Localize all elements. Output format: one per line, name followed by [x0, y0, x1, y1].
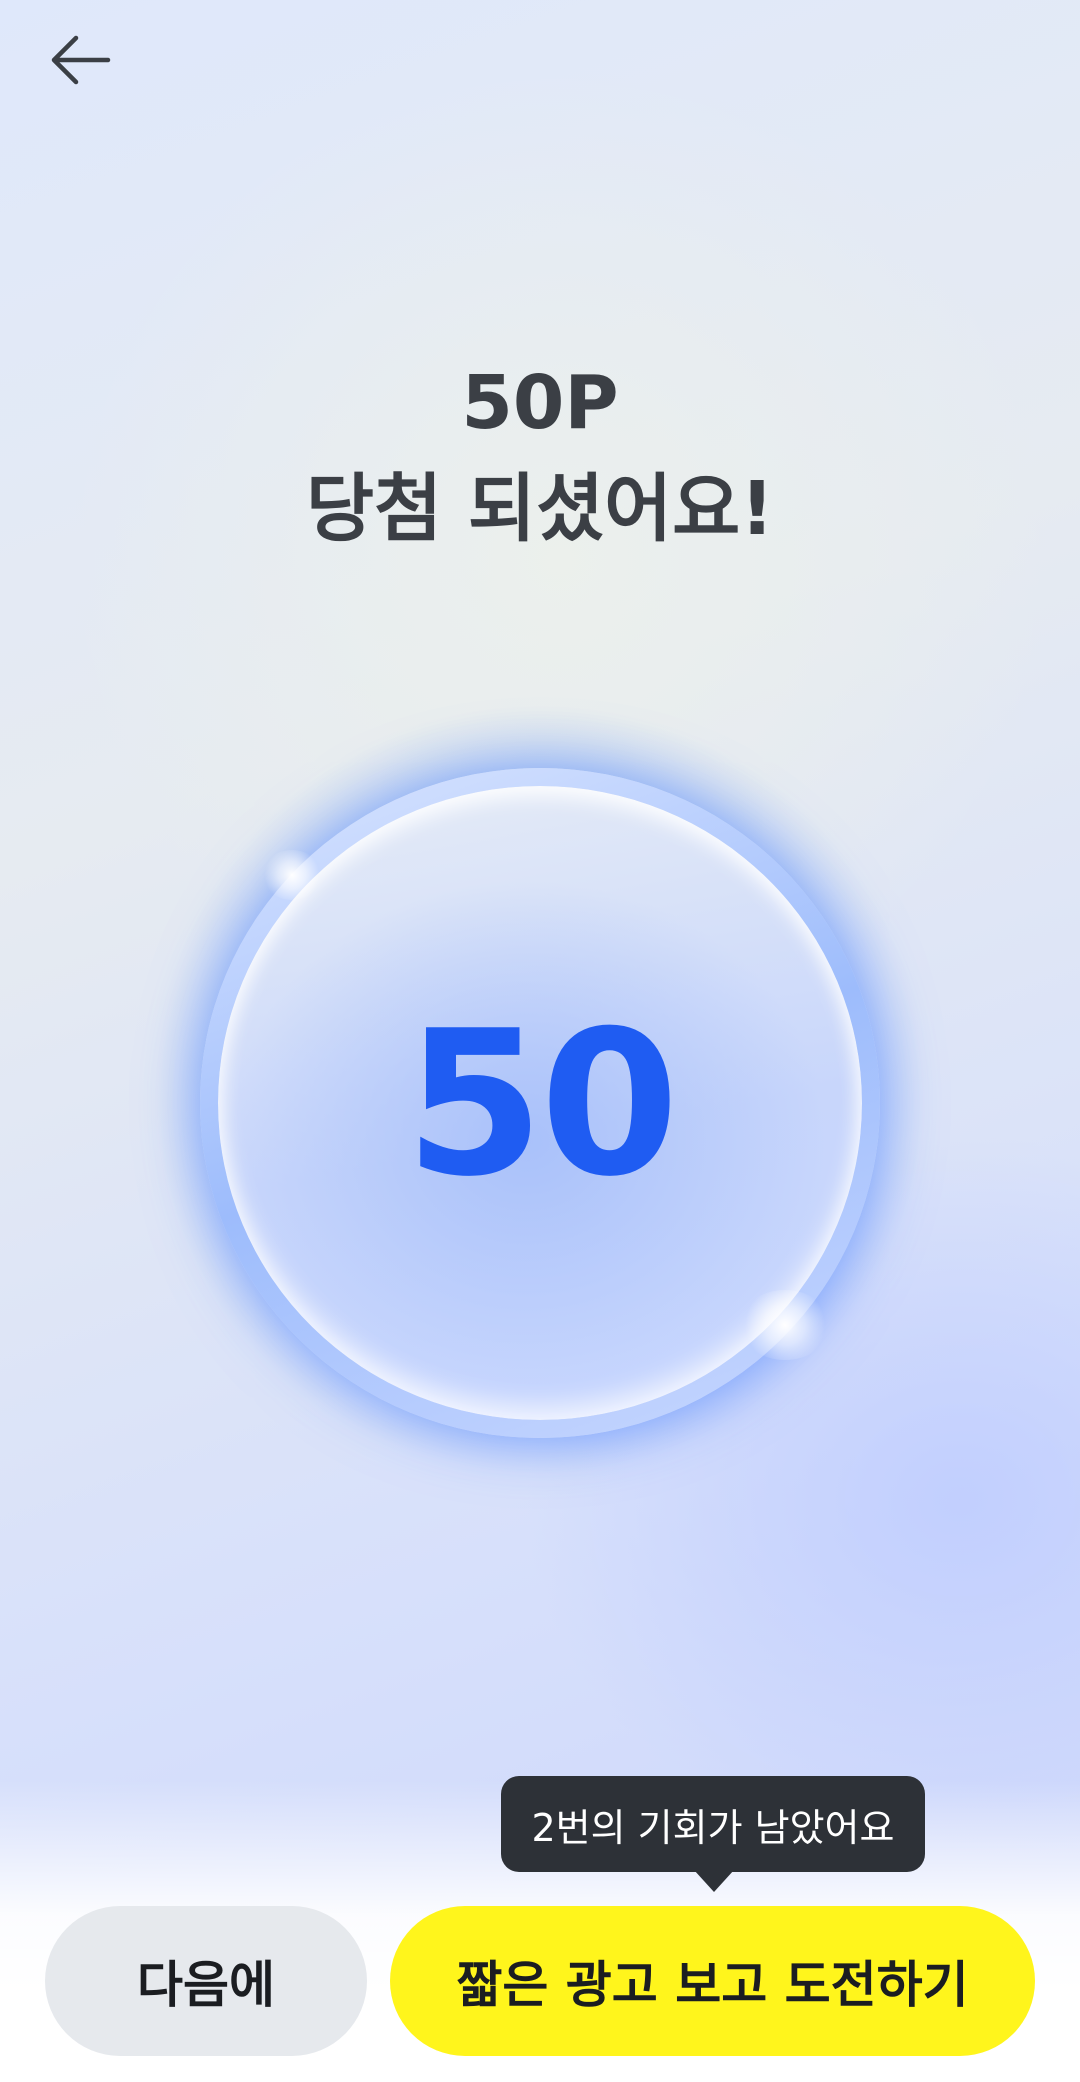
win-message: 당첨 되셨어요!: [306, 466, 774, 552]
next-time-button[interactable]: 다음에: [45, 1906, 367, 2056]
arrow-left-icon: [51, 35, 111, 85]
reward-screen: 50P 당첨 되셨어요! 50 2번의 기회가 남았어요 다음에 짧은 광고 보…: [0, 0, 1080, 2082]
watch-ad-label: 짧은 광고 보고 도전하기: [456, 1956, 969, 2014]
sparkle-highlight: [262, 850, 322, 900]
result-title: 50P 당첨 되셨어요!: [0, 355, 1080, 567]
tooltip-text: 2번의 기회가 남았어요: [531, 1805, 895, 1850]
back-button[interactable]: [40, 24, 120, 96]
next-time-label: 다음에: [137, 1956, 275, 2014]
tooltip-pointer: [694, 1870, 734, 1892]
points-label: 50P: [461, 360, 619, 446]
sparkle-highlight: [740, 1290, 830, 1360]
remaining-chances-tooltip: 2번의 기회가 남았어요: [501, 1776, 925, 1872]
prize-value: 50: [404, 988, 679, 1221]
watch-ad-challenge-button[interactable]: 짧은 광고 보고 도전하기: [390, 1906, 1035, 2056]
